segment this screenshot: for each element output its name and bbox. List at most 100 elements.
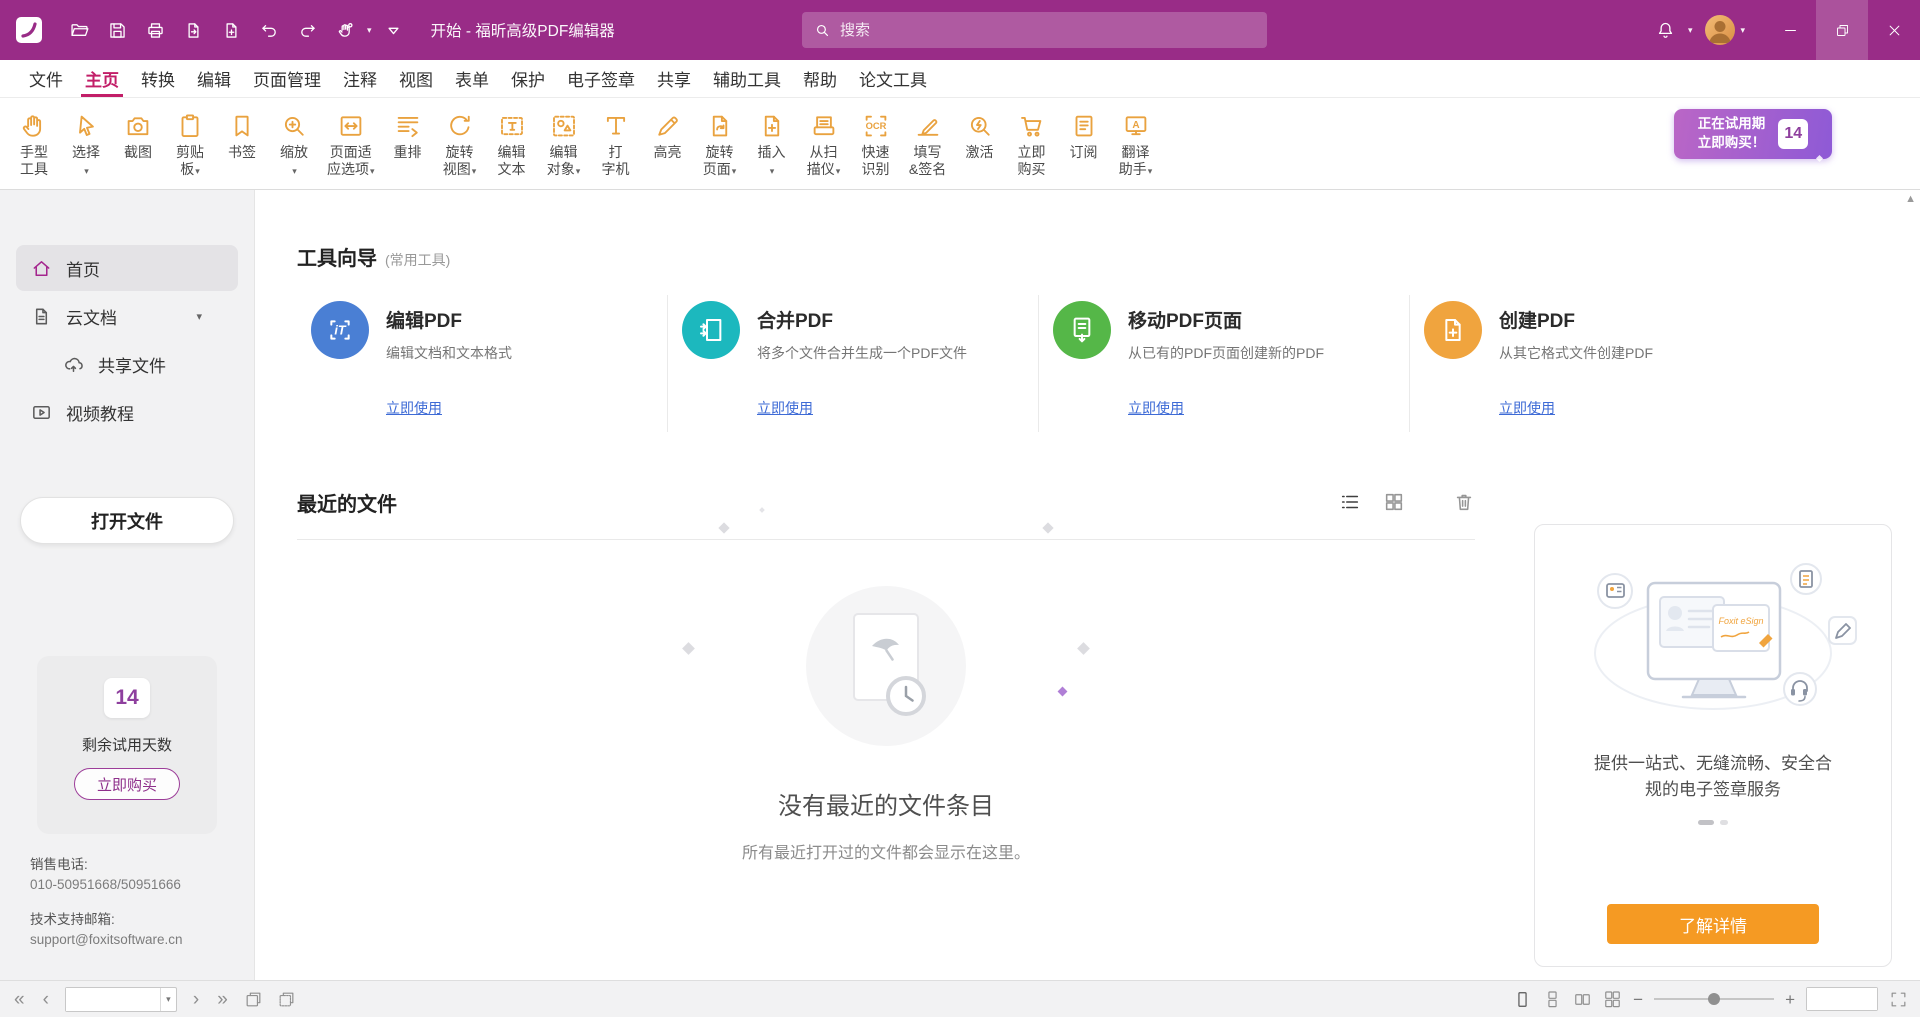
account-dropdown-caret[interactable]: ▾	[1740, 25, 1745, 36]
menu-item-7[interactable]: 表单	[444, 60, 500, 97]
highlight-tool[interactable]: 高亮	[642, 108, 694, 161]
chevron-down-icon[interactable]: ▾	[196, 310, 202, 323]
carousel-dots[interactable]	[1698, 820, 1728, 825]
reflow-tool[interactable]: 重排	[382, 108, 434, 161]
new-doc-icon[interactable]	[212, 9, 250, 51]
edit-object-tool[interactable]: 编辑对象▾	[538, 108, 590, 180]
merge-pdf-card[interactable]: 合并PDF将多个文件合并生成一个PDF文件立即使用	[668, 295, 1039, 432]
edit-text-tool[interactable]: 编辑文本	[486, 108, 538, 178]
facing-continuous-view-icon[interactable]	[1603, 990, 1622, 1009]
sidebar-item-shared-files[interactable]: 共享文件	[16, 341, 238, 387]
ocr-tool[interactable]: OCR快速识别	[850, 108, 902, 178]
continuous-view-icon[interactable]	[1543, 990, 1562, 1009]
rotate-view-tool[interactable]: 旋转视图▾	[434, 108, 486, 180]
create-pdf-card[interactable]: 创建PDF从其它格式文件创建PDF立即使用	[1410, 295, 1780, 432]
fill-sign-tool[interactable]: 填写&签名	[902, 108, 954, 178]
close-button[interactable]	[1868, 0, 1920, 60]
use-now-link[interactable]: 立即使用	[757, 398, 813, 418]
notifications-bell-icon[interactable]	[1647, 9, 1685, 51]
rotate-pages-tool[interactable]: 旋转页面▾	[694, 108, 746, 180]
next-view-icon[interactable]	[277, 990, 296, 1009]
customize-toolbar-icon[interactable]	[375, 9, 413, 51]
fullscreen-icon[interactable]	[1889, 990, 1908, 1009]
menu-item-13[interactable]: 论文工具	[848, 60, 938, 97]
search-input[interactable]	[840, 22, 1255, 39]
grid-view-icon[interactable]	[1383, 491, 1405, 513]
page-number-input[interactable]	[66, 988, 160, 1011]
scroll-up-arrow-icon[interactable]: ▲	[1905, 193, 1916, 205]
move-pdf-card[interactable]: 移动PDF页面从已有的PDF页面创建新的PDF立即使用	[1039, 295, 1410, 432]
sidebar-item-home[interactable]: 首页	[16, 245, 238, 291]
save-icon[interactable]	[98, 9, 136, 51]
trial-badge[interactable]: 正在试用期 立即购买！ 14	[1674, 109, 1832, 159]
bookmark-tool[interactable]: 书签	[216, 108, 268, 161]
page-dropdown-caret[interactable]: ▾	[160, 988, 176, 1011]
menu-item-10[interactable]: 共享	[646, 60, 702, 97]
carousel-dot[interactable]	[1720, 820, 1728, 825]
menu-item-1[interactable]: 主页	[74, 60, 130, 97]
zoom-tool[interactable]: 缩放▾	[268, 108, 320, 180]
menu-item-3[interactable]: 编辑	[186, 60, 242, 97]
zoom-out-button[interactable]: −	[1633, 991, 1643, 1008]
page-fit-tool[interactable]: 页面适应选项▾	[320, 108, 382, 180]
collaborate-dropdown-caret[interactable]: ▾	[367, 25, 372, 36]
restore-button[interactable]	[1816, 0, 1868, 60]
zoom-slider[interactable]	[1654, 991, 1774, 1007]
translate-assistant-tool[interactable]: A翻译助手▾	[1110, 108, 1162, 180]
next-page-button[interactable]: ›	[191, 990, 201, 1009]
buy-now-tool[interactable]: 立即购买	[1006, 108, 1058, 178]
collaborate-hand-icon[interactable]	[326, 9, 364, 51]
edit-pdf-card[interactable]: iT编辑PDF编辑文档和文本格式立即使用	[297, 295, 668, 432]
tool-cards: iT编辑PDF编辑文档和文本格式立即使用合并PDF将多个文件合并生成一个PDF文…	[297, 295, 1780, 432]
menu-item-5[interactable]: 注释	[332, 60, 388, 97]
menu-item-2[interactable]: 转换	[130, 60, 186, 97]
notifications-caret[interactable]: ▾	[1688, 25, 1693, 36]
snapshot-tool[interactable]: 截图	[112, 108, 164, 161]
translate-icon: A	[1121, 108, 1151, 144]
minimize-button[interactable]	[1764, 0, 1816, 60]
zoom-level-input[interactable]	[1807, 988, 1877, 1010]
last-page-button[interactable]: »	[215, 990, 230, 1009]
menu-item-0[interactable]: 文件	[18, 60, 74, 97]
trash-icon[interactable]	[1453, 491, 1475, 513]
from-scanner-tool[interactable]: 从扫描仪▾	[798, 108, 850, 180]
previous-page-button[interactable]: ‹	[41, 990, 51, 1009]
redo-icon[interactable]	[288, 9, 326, 51]
zoom-slider-knob[interactable]	[1708, 993, 1720, 1005]
use-now-link[interactable]: 立即使用	[1128, 398, 1184, 418]
previous-view-icon[interactable]	[244, 990, 263, 1009]
support-email-address[interactable]: support@foxitsoftware.cn	[30, 930, 183, 950]
menu-item-11[interactable]: 辅助工具	[702, 60, 792, 97]
menu-item-9[interactable]: 电子签章	[556, 60, 646, 97]
menu-item-12[interactable]: 帮助	[792, 60, 848, 97]
clipboard-tool[interactable]: 剪贴板▾	[164, 108, 216, 180]
insert-pages-tool[interactable]: 插入▾	[746, 108, 798, 180]
facing-view-icon[interactable]	[1573, 990, 1592, 1009]
select-tool[interactable]: 选择▾	[60, 108, 112, 180]
use-now-link[interactable]: 立即使用	[386, 398, 442, 418]
menu-item-6[interactable]: 视图	[388, 60, 444, 97]
activate-tool[interactable]: 激活	[954, 108, 1006, 161]
open-file-icon[interactable]	[60, 9, 98, 51]
sidebar-item-cloud-docs[interactable]: 云文档▾	[16, 293, 238, 339]
print-icon[interactable]	[136, 9, 174, 51]
search-bar[interactable]	[802, 12, 1267, 48]
first-page-button[interactable]: «	[12, 990, 27, 1009]
zoom-in-button[interactable]: +	[1785, 991, 1795, 1008]
typewriter-tool[interactable]: 打字机	[590, 108, 642, 178]
export-doc-icon[interactable]	[174, 9, 212, 51]
hand-tool[interactable]: 手型工具	[8, 108, 60, 178]
menu-item-4[interactable]: 页面管理	[242, 60, 332, 97]
use-now-link[interactable]: 立即使用	[1499, 398, 1555, 418]
list-view-icon[interactable]	[1339, 491, 1361, 513]
user-avatar[interactable]	[1705, 15, 1735, 45]
learn-more-button[interactable]: 了解详情	[1607, 904, 1819, 944]
single-page-view-icon[interactable]	[1513, 990, 1532, 1009]
open-file-button[interactable]: 打开文件	[20, 497, 234, 544]
carousel-dot-active[interactable]	[1698, 820, 1714, 825]
buy-now-button[interactable]: 立即购买	[74, 768, 180, 800]
undo-icon[interactable]	[250, 9, 288, 51]
sidebar-item-video-tutorials[interactable]: 视频教程	[16, 389, 238, 435]
subscribe-tool[interactable]: 订阅	[1058, 108, 1110, 161]
menu-item-8[interactable]: 保护	[500, 60, 556, 97]
